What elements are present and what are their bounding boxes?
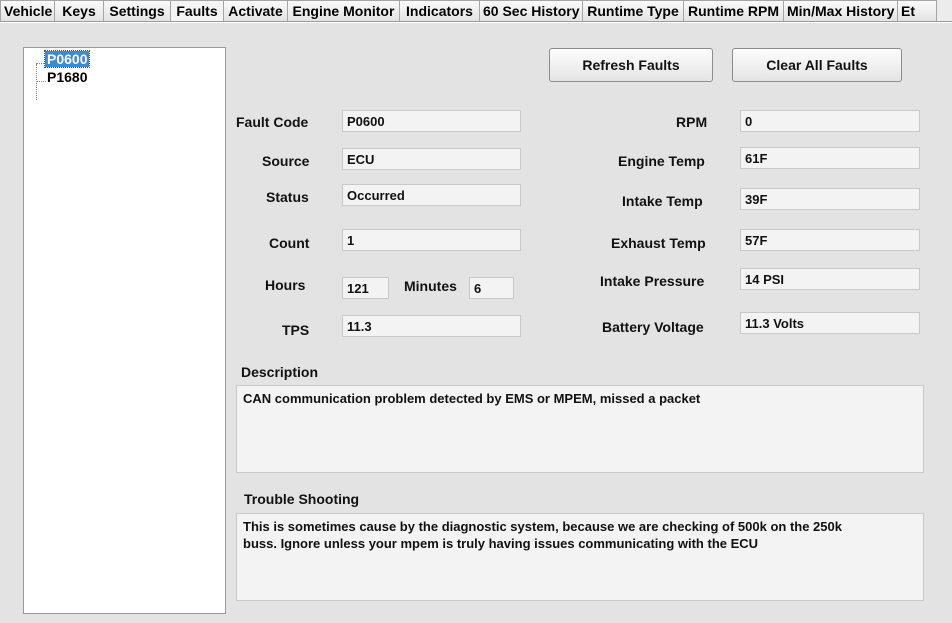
tps-label: TPS xyxy=(282,322,310,338)
tab-activate[interactable]: Activate xyxy=(223,0,288,21)
count-field[interactable]: 1 xyxy=(342,229,521,251)
description-label: Description xyxy=(241,364,319,380)
status-field[interactable]: Occurred xyxy=(342,184,521,206)
intake-pressure-label: Intake Pressure xyxy=(600,273,705,289)
exhaust-temp-field[interactable]: 57F xyxy=(740,229,920,251)
fault-tree-item-p1680[interactable]: P1680 xyxy=(45,69,89,85)
tab-settings[interactable]: Settings xyxy=(103,0,171,21)
trouble-shooting-text[interactable]: This is sometimes cause by the diagnosti… xyxy=(236,513,924,601)
faults-panel: P0600 P1680 Refresh Faults Clear All Fau… xyxy=(0,22,952,623)
tab-runtime-rpm[interactable]: Runtime RPM xyxy=(683,0,784,21)
tree-connector-line xyxy=(36,64,37,100)
tab-min-max-history[interactable]: Min/Max History xyxy=(783,0,898,21)
fault-code-label: Fault Code xyxy=(236,114,309,130)
fault-code-field[interactable]: P0600 xyxy=(342,110,521,132)
tab-engine-monitor[interactable]: Engine Monitor xyxy=(287,0,400,21)
engine-temp-label: Engine Temp xyxy=(618,153,705,169)
tab-vehicle[interactable]: Vehicle xyxy=(0,0,55,21)
rpm-label: RPM xyxy=(676,114,708,130)
intake-temp-field[interactable]: 39F xyxy=(740,188,920,210)
tab-faults[interactable]: Faults xyxy=(170,0,224,21)
tab-runtime-type[interactable]: Runtime Type xyxy=(582,0,684,21)
tab-bar: Vehicle Keys Settings Faults Activate En… xyxy=(0,0,952,22)
tps-field[interactable]: 11.3 xyxy=(342,315,521,337)
count-label: Count xyxy=(269,235,310,251)
tab-indicators[interactable]: Indicators xyxy=(399,0,480,21)
refresh-faults-button[interactable]: Refresh Faults xyxy=(549,48,713,82)
tab-60-sec-history[interactable]: 60 Sec History xyxy=(479,0,583,21)
trouble-shooting-label: Trouble Shooting xyxy=(244,491,360,507)
fault-tree-item-p0600[interactable]: P0600 xyxy=(43,50,91,68)
rpm-field[interactable]: 0 xyxy=(740,110,920,132)
minutes-field[interactable]: 6 xyxy=(469,277,514,299)
clear-all-faults-button[interactable]: Clear All Faults xyxy=(732,48,902,82)
exhaust-temp-label: Exhaust Temp xyxy=(611,235,706,251)
intake-pressure-field[interactable]: 14 PSI xyxy=(740,268,920,290)
hours-label: Hours xyxy=(265,277,306,293)
intake-temp-label: Intake Temp xyxy=(622,193,703,209)
tab-keys[interactable]: Keys xyxy=(54,0,104,21)
fault-tree[interactable]: P0600 P1680 xyxy=(23,47,226,614)
source-label: Source xyxy=(262,153,310,169)
battery-voltage-field[interactable]: 11.3 Volts xyxy=(740,312,920,334)
status-label: Status xyxy=(266,189,309,205)
minutes-label: Minutes xyxy=(404,278,457,294)
description-text[interactable]: CAN communication problem detected by EM… xyxy=(236,385,924,473)
tab-overflow[interactable]: Et xyxy=(897,0,937,21)
source-field[interactable]: ECU xyxy=(342,148,521,170)
hours-field[interactable]: 121 xyxy=(342,277,389,299)
engine-temp-field[interactable]: 61F xyxy=(740,147,920,169)
battery-voltage-label: Battery Voltage xyxy=(602,319,704,335)
